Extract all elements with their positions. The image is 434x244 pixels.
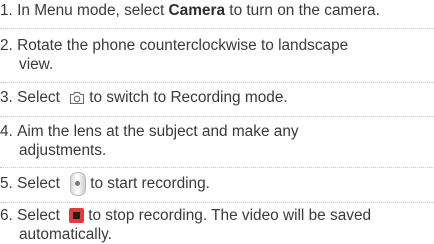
separator (0, 167, 434, 168)
step-text-continued: automatically. (19, 226, 112, 243)
step-text: Aim the lens at the subject and make any (17, 123, 299, 140)
step-number: 2. (0, 37, 13, 54)
camera-switch-icon (70, 91, 85, 104)
step-bold-term: Camera (168, 2, 226, 19)
step-text: to turn on the camera. (225, 2, 380, 19)
step-6: 6. Select to stop recording. The video w… (0, 206, 434, 244)
step-text: to stop recording. The video will be sav… (88, 207, 372, 224)
separator (0, 28, 434, 29)
separator (0, 82, 434, 83)
step-text: Select (17, 175, 65, 192)
record-button-icon (70, 171, 87, 196)
step-text: In Menu mode, select (17, 2, 169, 19)
step-text-continued: view. (19, 56, 54, 73)
step-3: 3. Select to switch to Recording mode. (0, 88, 434, 107)
step-1: 1. In Menu mode, select Camera to turn o… (0, 1, 434, 20)
step-text: Rotate the phone counterclockwise to lan… (17, 37, 349, 54)
separator (0, 116, 434, 117)
step-number: 6. (0, 207, 13, 224)
step-5: 5. Select to start recording. (0, 171, 434, 196)
step-text: to start recording. (90, 175, 210, 192)
step-2: 2. Rotate the phone counterclockwise to … (0, 36, 434, 74)
stop-button-icon (69, 208, 85, 223)
instruction-list: 1. In Menu mode, select Camera to turn o… (0, 0, 434, 243)
step-text: to switch to Recording mode. (89, 89, 288, 106)
separator (0, 202, 434, 203)
step-4: 4. Aim the lens at the subject and make … (0, 122, 434, 160)
step-text-continued: adjustments. (19, 142, 107, 159)
step-text: Select (17, 89, 65, 106)
step-number: 3. (0, 89, 13, 106)
step-number: 4. (0, 123, 13, 140)
step-number: 5. (0, 175, 13, 192)
step-text: Select (17, 207, 65, 224)
step-number: 1. (0, 2, 13, 19)
